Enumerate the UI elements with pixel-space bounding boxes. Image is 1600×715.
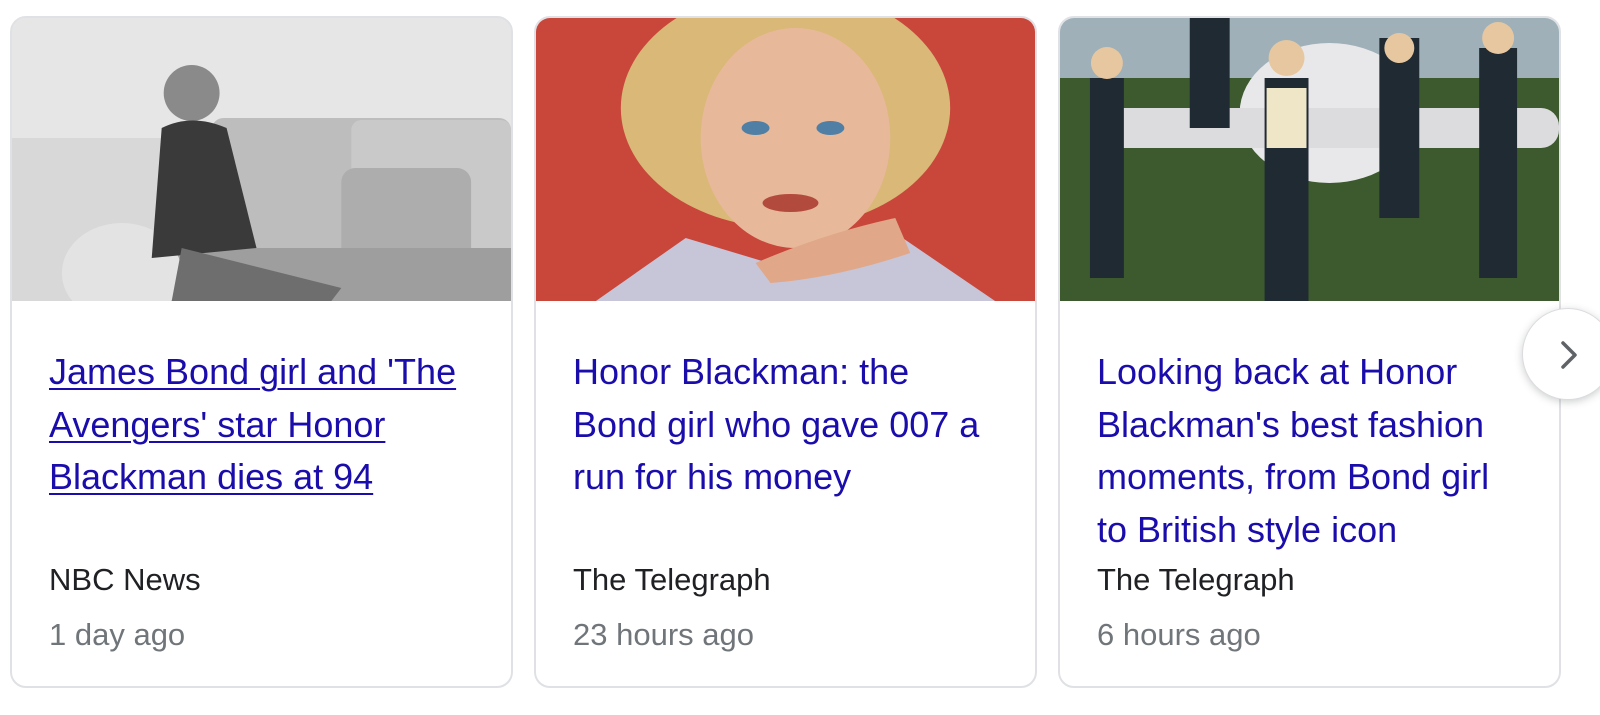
news-thumbnail[interactable] [12,18,511,301]
news-card[interactable]: Looking back at Honor Blackman's best fa… [1058,16,1561,688]
news-source: The Telegraph [1097,562,1295,597]
news-time: 6 hours ago [1097,617,1261,652]
news-headline-link[interactable]: Looking back at Honor Blackman's best fa… [1097,346,1527,556]
news-time: 23 hours ago [573,617,754,652]
news-thumbnail[interactable] [536,18,1035,301]
news-source: The Telegraph [573,562,771,597]
news-thumbnail[interactable] [1060,18,1559,301]
chevron-right-icon [1561,341,1577,369]
news-time: 1 day ago [49,617,186,652]
news-card[interactable]: Honor Blackman: the Bond girl who gave 0… [534,16,1037,688]
news-card[interactable]: James Bond girl and 'The Avengers' star … [10,16,513,688]
top-stories-carousel: James Bond girl and 'The Avengers' star … [0,0,1600,715]
news-headline-link[interactable]: Honor Blackman: the Bond girl who gave 0… [573,346,1003,504]
news-source: NBC News [49,562,201,597]
news-headline-link[interactable]: James Bond girl and 'The Avengers' star … [49,346,479,504]
